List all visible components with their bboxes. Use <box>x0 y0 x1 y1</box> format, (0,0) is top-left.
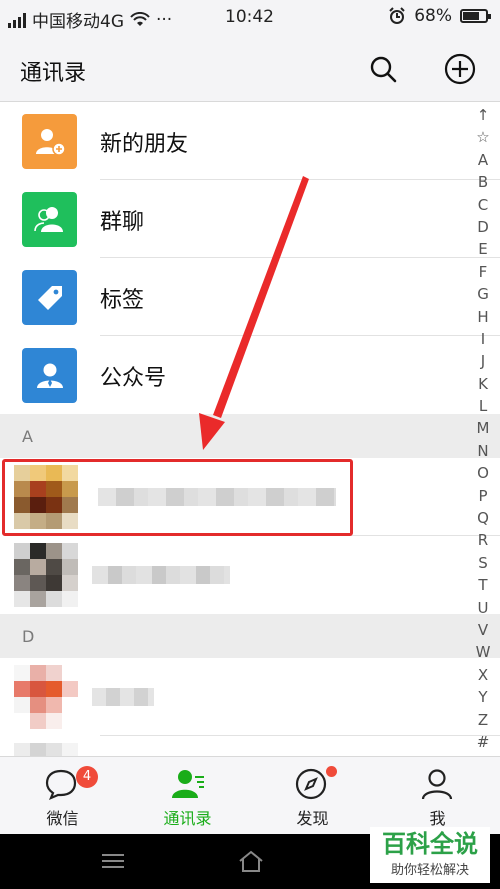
unread-badge: 4 <box>76 766 98 788</box>
tab-label: 通讯录 <box>163 809 212 828</box>
index-letter[interactable]: Z <box>478 709 488 731</box>
battery-percent: 68% <box>414 6 452 26</box>
tab-contacts[interactable]: 通讯录 <box>125 757 250 835</box>
index-letter[interactable]: H <box>477 306 488 328</box>
watermark-logo: 百科全说 助你轻松解决 <box>370 827 490 883</box>
tab-label: 我 <box>429 809 446 828</box>
carrier-label: 中国移动4G <box>32 12 124 32</box>
tab-label: 微信 <box>46 809 79 828</box>
index-letter[interactable]: P <box>478 485 487 507</box>
index-letter[interactable]: S <box>478 552 488 574</box>
tab-chats[interactable]: 4 微信 <box>0 757 125 835</box>
clock: 10:42 <box>225 7 274 27</box>
tab-me[interactable]: 我 <box>375 757 500 835</box>
home-icon[interactable] <box>238 850 264 872</box>
index-letter[interactable]: G <box>477 283 489 305</box>
new-content-dot <box>326 766 337 777</box>
index-letter[interactable]: A <box>478 149 488 171</box>
index-letter[interactable]: R <box>478 529 488 551</box>
index-letter[interactable]: E <box>478 238 487 260</box>
index-letter[interactable]: Y <box>478 686 487 708</box>
tab-bar: 4 微信 通讯录 发现 我 <box>0 756 500 834</box>
index-letter[interactable]: ☆ <box>476 126 489 148</box>
chat-bubble-icon <box>45 769 77 801</box>
watermark-subtitle: 助你轻松解决 <box>390 863 469 878</box>
app-header: 通讯录 <box>0 36 500 102</box>
index-letter[interactable]: D <box>477 216 489 238</box>
compass-icon <box>295 768 327 800</box>
index-letter[interactable]: Q <box>477 507 489 529</box>
annotation-arrow <box>199 176 309 450</box>
index-letter[interactable]: V <box>478 619 488 641</box>
index-letter[interactable]: O <box>477 462 489 484</box>
plus-circle-icon <box>444 53 476 85</box>
tab-label: 发现 <box>296 809 329 828</box>
status-bar: 中国移动4G ··· 10:42 68% <box>0 0 500 36</box>
index-letter[interactable]: I <box>481 328 485 350</box>
person-icon <box>421 769 453 800</box>
index-letter[interactable]: K <box>478 373 488 395</box>
more-indicator: ··· <box>156 9 173 30</box>
index-letter[interactable]: T <box>478 574 487 596</box>
index-letter[interactable]: ↑ <box>477 104 490 126</box>
index-letter[interactable]: C <box>478 194 488 216</box>
tab-discover[interactable]: 发现 <box>250 757 375 835</box>
index-letter[interactable]: B <box>478 171 488 193</box>
wifi-icon <box>130 11 150 26</box>
menu-icon[interactable] <box>102 854 124 868</box>
page-title: 通讯录 <box>20 61 87 86</box>
alarm-icon <box>389 7 405 24</box>
index-letter[interactable]: N <box>477 440 488 462</box>
watermark-title: 百科全说 <box>382 830 478 858</box>
search-icon <box>370 56 397 83</box>
index-letter[interactable]: J <box>481 350 485 372</box>
index-letter[interactable]: L <box>479 395 487 417</box>
index-letter[interactable]: W <box>476 641 491 663</box>
alphabet-index[interactable]: ↑ ☆ A B C D E F G H I J K L M N O P Q R … <box>472 104 494 753</box>
contacts-icon <box>172 770 204 798</box>
contacts-list[interactable]: 新的朋友 群聊 标签 公众号 A D ↑ ☆ A B C D E F G H I… <box>0 102 500 756</box>
index-letter[interactable]: F <box>479 261 488 283</box>
index-letter[interactable]: U <box>478 597 489 619</box>
index-letter[interactable]: X <box>478 664 488 686</box>
index-letter[interactable]: M <box>477 417 490 439</box>
battery-icon <box>460 9 491 23</box>
signal-icon <box>8 12 26 28</box>
index-letter[interactable]: # <box>477 731 490 753</box>
add-button[interactable] <box>443 52 477 86</box>
search-button[interactable] <box>366 52 400 86</box>
